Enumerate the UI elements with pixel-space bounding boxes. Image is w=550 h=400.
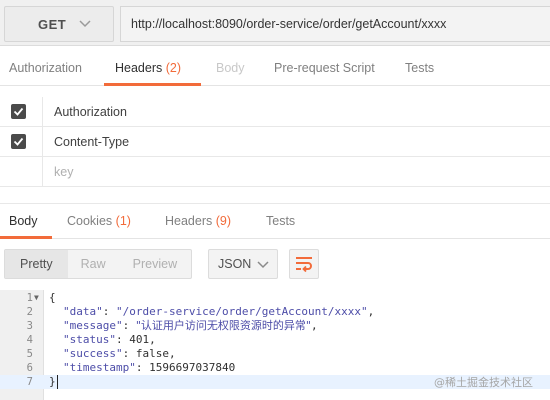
fold-arrow-icon[interactable]: ▼ xyxy=(34,291,39,305)
line-number: 2 xyxy=(26,306,33,318)
tab-label: Authorization xyxy=(9,61,82,75)
json-sep: : xyxy=(102,305,116,318)
header-key[interactable]: Authorization xyxy=(54,97,127,127)
json-comma: , xyxy=(168,347,176,360)
code-line: 4 "status": 401, xyxy=(0,333,550,347)
wrap-lines-button[interactable] xyxy=(289,249,319,279)
code-text: } xyxy=(49,375,58,389)
raw-button[interactable]: Raw xyxy=(68,250,120,278)
tab-label: Body xyxy=(9,214,38,228)
json-comma: , xyxy=(367,305,375,318)
tab-headers[interactable]: Headers (2) xyxy=(104,52,201,86)
tab-response-headers[interactable]: Headers (9) xyxy=(165,204,231,239)
request-tabs: Authorization Headers (2) Body Pre-reque… xyxy=(0,52,550,86)
check-icon xyxy=(13,137,24,146)
tab-label: Tests xyxy=(266,214,296,228)
tab-response-body[interactable]: Body xyxy=(0,204,52,239)
json-value: 401 xyxy=(129,333,150,346)
check-icon xyxy=(13,107,24,116)
line-number: 4 xyxy=(26,334,33,346)
tab-label: Body xyxy=(216,61,245,75)
tab-label: Headers xyxy=(115,61,163,75)
json-value: "/order-service/order/getAccount/xxxx" xyxy=(116,305,368,318)
format-select[interactable]: JSON xyxy=(208,249,278,279)
json-comma: , xyxy=(310,319,318,332)
line-number: 6 xyxy=(26,362,33,374)
tab-pre-request-script[interactable]: Pre-request Script xyxy=(274,52,375,86)
header-checkbox[interactable] xyxy=(11,104,26,119)
code-text: "success": false, xyxy=(49,347,176,361)
code-text: "status": 401, xyxy=(49,333,156,347)
tab-cookies[interactable]: Cookies (1) xyxy=(67,204,131,239)
watermark: @稀土掘金技术社区 xyxy=(434,376,533,389)
tab-label: Cookies xyxy=(67,214,113,228)
json-key: "timestamp" xyxy=(63,361,136,374)
divider xyxy=(42,157,43,186)
line-number: 5 xyxy=(26,348,33,360)
response-body-editor[interactable]: 1 ▼ { 2 "data": "/order-service/order/ge… xyxy=(0,290,550,400)
json-key: "success" xyxy=(63,347,123,360)
tab-tests[interactable]: Tests xyxy=(405,52,434,86)
json-key: "data" xyxy=(63,305,103,318)
section-gap xyxy=(0,188,550,202)
json-value: 1596697037840 xyxy=(149,361,236,374)
tab-body[interactable]: Body xyxy=(216,52,245,86)
tab-authorization[interactable]: Authorization xyxy=(9,52,82,86)
json-value: false xyxy=(135,347,169,360)
json-sep: : xyxy=(122,347,136,360)
code-text: "message": "认证用户访问无权限资源时的异常", xyxy=(49,319,318,333)
header-row: Content-Type xyxy=(0,127,550,157)
preview-button[interactable]: Preview xyxy=(120,250,191,278)
code-line: 3 "message": "认证用户访问无权限资源时的异常", xyxy=(0,319,550,333)
request-url-bar: GET http://localhost:8090/order-service/… xyxy=(0,0,550,46)
header-row: Authorization xyxy=(0,97,550,127)
tab-label: Tests xyxy=(405,61,435,75)
response-tabs: Body Cookies (1) Headers (9) Tests xyxy=(0,203,550,239)
pretty-button[interactable]: Pretty xyxy=(5,250,68,278)
new-header-row: key xyxy=(0,157,550,187)
code-text: "data": "/order-service/order/getAccount… xyxy=(49,305,374,319)
header-checkbox[interactable] xyxy=(11,134,26,149)
json-key: "message" xyxy=(63,319,123,332)
format-label: JSON xyxy=(218,257,252,271)
tab-count: (2) xyxy=(165,61,182,75)
method-label: GET xyxy=(38,16,67,32)
json-comma: , xyxy=(149,333,156,346)
line-number: 3 xyxy=(26,320,33,332)
tab-response-tests[interactable]: Tests xyxy=(266,204,295,239)
tab-count: (1) xyxy=(115,214,131,228)
tab-count: (9) xyxy=(215,214,232,228)
view-mode-group: Pretty Raw Preview xyxy=(4,249,193,279)
new-header-key-input[interactable]: key xyxy=(54,157,73,187)
chevron-down-icon xyxy=(257,261,269,269)
code-text: { xyxy=(49,291,56,304)
json-sep: : xyxy=(135,361,150,374)
tab-label: Headers xyxy=(165,214,213,228)
line-number: 1 xyxy=(26,292,33,304)
code-line: 5 "success": false, xyxy=(0,347,550,361)
json-value: "认证用户访问无权限资源时的异常" xyxy=(135,319,311,332)
chevron-down-icon xyxy=(79,20,91,28)
divider xyxy=(42,97,43,126)
response-toolbar: Pretty Raw Preview JSON xyxy=(0,240,550,290)
line-number: 7 xyxy=(26,376,33,388)
json-sep: : xyxy=(115,333,130,346)
tab-label: Pre-request Script xyxy=(274,61,375,75)
json-sep: : xyxy=(122,319,136,332)
header-key[interactable]: Content-Type xyxy=(54,127,129,157)
code-line: 1 ▼ { xyxy=(0,291,550,305)
wrap-lines-icon xyxy=(296,257,312,272)
code-line: 2 "data": "/order-service/order/getAccou… xyxy=(0,305,550,319)
method-select[interactable]: GET xyxy=(4,6,114,42)
json-key: "status" xyxy=(63,333,116,346)
code-text: "timestamp": 1596697037840 xyxy=(49,361,235,375)
divider xyxy=(42,127,43,156)
code-line: 6 "timestamp": 1596697037840 xyxy=(0,361,550,375)
url-input[interactable]: http://localhost:8090/order-service/orde… xyxy=(120,6,550,42)
